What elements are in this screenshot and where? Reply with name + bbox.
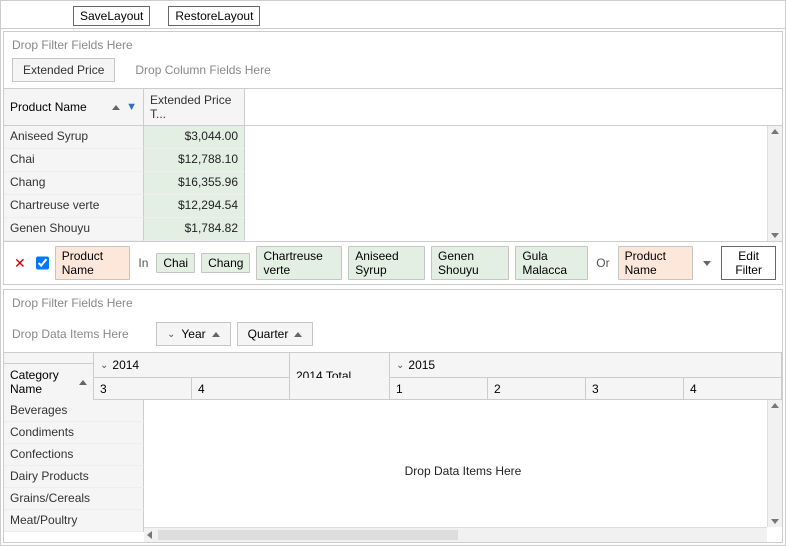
- filter-value-tag[interactable]: Chartreuse verte: [256, 246, 342, 280]
- category-field-label: Category Name: [10, 368, 79, 396]
- sort-asc-icon[interactable]: [79, 380, 87, 385]
- edit-filter-button[interactable]: Edit Filter: [721, 246, 776, 280]
- quarter-column[interactable]: 3: [94, 378, 192, 399]
- drop-filter-area[interactable]: Drop Filter Fields Here: [4, 32, 782, 58]
- filter-value-tag[interactable]: Gula Malacca: [515, 246, 588, 280]
- table-cell[interactable]: $16,355.96: [144, 172, 245, 195]
- vertical-scrollbar-2[interactable]: [767, 400, 782, 527]
- collapse-icon[interactable]: ⌄: [100, 360, 108, 371]
- filter-value-tag[interactable]: Aniseed Syrup: [348, 246, 425, 280]
- table-row-header[interactable]: Aniseed Syrup: [4, 126, 144, 149]
- filter-panel: ✕ Product Name In Chai Chang Chartreuse …: [4, 241, 782, 284]
- table-cell[interactable]: $1,784.82: [144, 218, 245, 241]
- table-cell[interactable]: $12,294.54: [144, 195, 245, 218]
- category-row-header[interactable]: Beverages: [4, 400, 144, 422]
- collapse-icon[interactable]: ⌄: [396, 360, 404, 371]
- close-icon[interactable]: ✕: [10, 255, 30, 272]
- data-field-chip[interactable]: Extended Price: [12, 58, 115, 82]
- year-label: 2015: [408, 358, 435, 372]
- drop-column-area[interactable]: Drop Column Fields Here: [135, 63, 270, 77]
- save-layout-button[interactable]: SaveLayout: [73, 6, 150, 26]
- data-field-label: Extended Price: [23, 63, 104, 77]
- year-column-2014[interactable]: ⌄ 2014: [94, 353, 290, 378]
- category-row-header[interactable]: Meat/Poultry: [4, 510, 144, 532]
- table-row-header[interactable]: Chang: [4, 172, 144, 195]
- category-row-header[interactable]: Condiments: [4, 422, 144, 444]
- quarter-column[interactable]: 4: [684, 378, 782, 399]
- column-header-area: Category Name ⌄ 2014 2014 Total ⌄ 2015: [4, 352, 782, 400]
- quarter-column[interactable]: 4: [192, 378, 290, 399]
- filter-icon[interactable]: ▼: [126, 101, 137, 113]
- filter-enable-checkbox[interactable]: [36, 256, 49, 270]
- sort-asc-icon[interactable]: [112, 105, 120, 110]
- filter-field-tag[interactable]: Product Name: [55, 246, 131, 280]
- year-field-label: Year: [181, 327, 205, 341]
- sort-asc-icon[interactable]: [294, 332, 302, 337]
- quarter-column[interactable]: 1: [390, 378, 488, 399]
- drop-data-center-label: Drop Data Items Here: [405, 464, 522, 478]
- drop-filter-area-2[interactable]: Drop Filter Fields Here: [4, 290, 782, 316]
- table-row-header[interactable]: Chartreuse verte: [4, 195, 144, 218]
- row-field-header-2[interactable]: Category Name: [4, 363, 93, 400]
- filter-op-or: Or: [594, 256, 611, 270]
- value-header[interactable]: Extended Price T...: [144, 89, 245, 125]
- quarter-field-label: Quarter: [248, 327, 289, 341]
- table-cell[interactable]: $3,044.00: [144, 126, 245, 149]
- header-row: Product Name ▼ Extended Price T...: [4, 88, 782, 126]
- category-row-header[interactable]: Grains/Cereals: [4, 488, 144, 510]
- pivot1-data-body: Aniseed Syrup Chai Chang Chartreuse vert…: [4, 126, 782, 241]
- app-window: SaveLayout RestoreLayout Drop Filter Fie…: [0, 0, 786, 546]
- year-label: 2014: [112, 358, 139, 372]
- category-row-header[interactable]: Dairy Products: [4, 466, 144, 488]
- quarter-column[interactable]: 3: [586, 378, 684, 399]
- filter-value-tag[interactable]: Chang: [201, 253, 250, 273]
- pivot2-data-body: Beverages Condiments Confections Dairy P…: [4, 400, 782, 542]
- pivot-grid-2: Drop Filter Fields Here Drop Data Items …: [3, 289, 783, 543]
- pivot-grid-1: Drop Filter Fields Here Extended Price D…: [3, 31, 783, 285]
- toolbar: SaveLayout RestoreLayout: [1, 1, 785, 29]
- sort-asc-icon[interactable]: [212, 332, 220, 337]
- scrollbar-thumb[interactable]: [158, 530, 458, 540]
- quarter-column-spacer: [290, 378, 390, 399]
- drop-data-area[interactable]: Drop Data Items Here: [12, 327, 136, 341]
- filter-value-tag[interactable]: Chai: [156, 253, 195, 273]
- column-field-year[interactable]: ⌄ Year: [156, 322, 231, 346]
- restore-layout-button[interactable]: RestoreLayout: [168, 6, 260, 26]
- filter-value-tag[interactable]: Genen Shouyu: [431, 246, 509, 280]
- expand-icon[interactable]: ⌄: [167, 329, 175, 340]
- drop-data-center[interactable]: Drop Data Items Here: [144, 400, 782, 542]
- horizontal-scrollbar[interactable]: [144, 527, 767, 542]
- row-field-label: Product Name: [10, 100, 87, 114]
- filter-op-in: In: [136, 256, 150, 270]
- row-field-header[interactable]: Product Name ▼: [4, 89, 144, 125]
- year-column-2015[interactable]: ⌄ 2015: [390, 353, 782, 378]
- table-cell[interactable]: $12,788.10: [144, 149, 245, 172]
- quarter-column[interactable]: 2: [488, 378, 586, 399]
- filter-field-tag[interactable]: Product Name: [618, 246, 694, 280]
- table-row-header[interactable]: Chai: [4, 149, 144, 172]
- column-field-quarter[interactable]: Quarter: [237, 322, 314, 346]
- chevron-down-icon[interactable]: [703, 261, 711, 266]
- vertical-scrollbar[interactable]: [767, 126, 782, 241]
- table-row-header[interactable]: Genen Shouyu: [4, 218, 144, 241]
- category-row-header[interactable]: Confections: [4, 444, 144, 466]
